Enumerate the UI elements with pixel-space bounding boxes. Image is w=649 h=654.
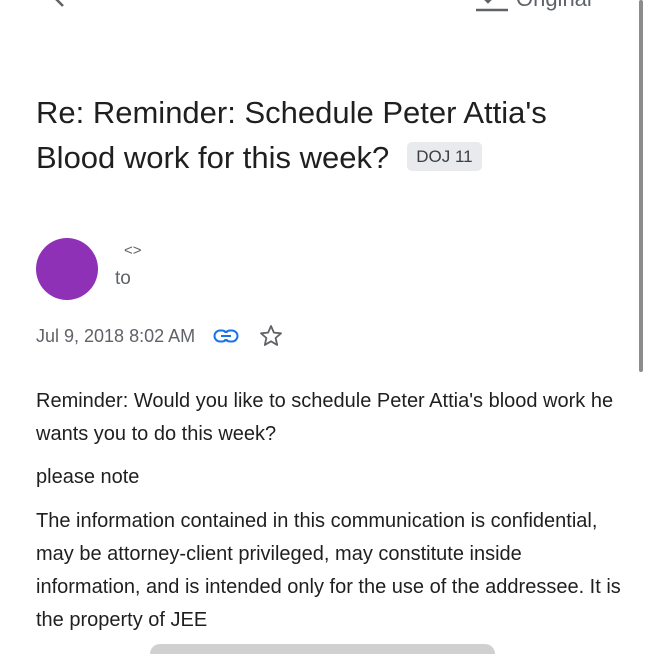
body-paragraph: The information contained in this commun… [36, 510, 621, 631]
sender-email[interactable]: <> [124, 242, 142, 259]
body-paragraph: Reminder: Would you like to schedule Pet… [36, 390, 614, 445]
show-original-button[interactable]: Original [474, 0, 592, 14]
email-date: Jul 9, 2018 8:02 AM [36, 325, 196, 346]
email-subject: Re: Reminder: Schedule Peter Attia's Blo… [36, 90, 616, 180]
original-label: Original [516, 0, 592, 10]
bottom-sheet-edge [150, 644, 495, 654]
label-chip[interactable]: DOJ 11 [407, 142, 482, 172]
star-outline-icon[interactable] [259, 324, 283, 348]
meta-row: Jul 9, 2018 8:02 AM [36, 322, 283, 350]
translate-icon [476, 0, 508, 12]
top-toolbar: Original [0, 0, 649, 20]
recipient-label[interactable]: to [115, 268, 131, 290]
email-body: Reminder: Would you like to schedule Pet… [36, 385, 626, 637]
scrollbar[interactable] [639, 0, 643, 372]
body-paragraph: please note [36, 466, 140, 488]
avatar[interactable] [36, 238, 98, 300]
chevron-left-icon[interactable] [48, 0, 70, 8]
link-icon[interactable] [213, 327, 239, 345]
